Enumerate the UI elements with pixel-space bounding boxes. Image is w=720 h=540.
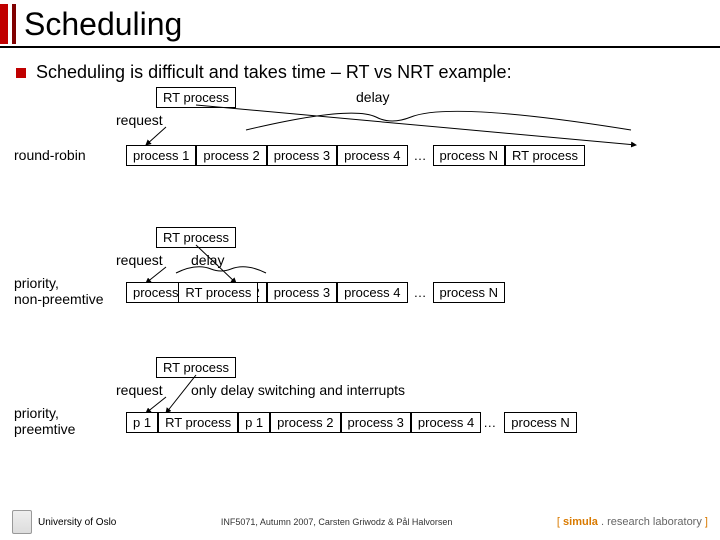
request-label: request: [116, 252, 163, 268]
process-box: process 3: [267, 282, 337, 303]
delay-label: delay: [191, 252, 224, 268]
section-priority-nonpre: RT process request delay priority, non-p…: [16, 227, 704, 337]
np-process-row: process 1 process 2 RT process process 3…: [126, 282, 505, 303]
title-accent-bar2: [12, 4, 16, 44]
round-robin-label: round-robin: [14, 147, 86, 163]
rt-process-box: RT process: [505, 145, 585, 166]
request-label: request: [116, 112, 163, 128]
process-box: process 4: [411, 412, 481, 433]
delay-brace-icon: [131, 105, 651, 145]
section-round-robin: RT process delay request round-robin pro…: [16, 87, 704, 207]
uio-label: University of Oslo: [38, 517, 116, 528]
priority-nonpre-label: priority, non-preemtive: [14, 275, 104, 307]
bracket-close: ]: [702, 516, 708, 528]
overlap-group: process 2 RT process: [196, 282, 266, 303]
slide-title: Scheduling: [24, 6, 182, 43]
footer-center: INF5071, Autumn 2007, Carsten Griwodz & …: [221, 517, 453, 527]
process-box: p 1: [238, 412, 270, 433]
footer-right: [ simula . research laboratory ]: [557, 516, 708, 528]
process-box: process N: [433, 282, 506, 303]
priority-pre-label: priority, preemtive: [14, 405, 75, 437]
process-box: p 1: [126, 412, 158, 433]
delay-label: delay: [356, 89, 389, 105]
bullet-icon: [16, 68, 26, 78]
dot-label: .: [598, 516, 607, 528]
simula-label: simula: [563, 516, 598, 528]
uio-logo-icon: [12, 510, 32, 534]
process-box: process 2: [270, 412, 340, 433]
only-delay-label: only delay switching and interrupts: [191, 382, 405, 398]
process-box: process 4: [337, 145, 407, 166]
research-lab-label: research laboratory: [607, 516, 702, 528]
pp-process-row: p 1 RT process p 1 process 2 process 3 p…: [126, 412, 577, 433]
footer-left: University of Oslo: [12, 510, 116, 534]
process-box: process 4: [337, 282, 407, 303]
bullet-text: Scheduling is difficult and takes time –…: [36, 62, 512, 83]
ellipsis: …: [408, 285, 433, 300]
process-box: process N: [433, 145, 506, 166]
rt-process-box: RT process: [156, 227, 236, 248]
ellipsis: …: [481, 415, 498, 430]
title-bar: Scheduling: [0, 0, 720, 44]
process-box: process 2: [196, 145, 266, 166]
process-box: process 3: [267, 145, 337, 166]
title-accent-bar: [0, 4, 8, 44]
title-underline: [0, 46, 720, 48]
rt-process-box: RT process: [158, 412, 238, 433]
process-box: process N: [504, 412, 577, 433]
rt-process-box: RT process: [178, 282, 258, 303]
process-box: process 1: [126, 145, 196, 166]
process-box: process 3: [341, 412, 411, 433]
bullet-row: Scheduling is difficult and takes time –…: [0, 58, 720, 87]
rt-process-box: RT process: [156, 357, 236, 378]
rt-process-box: RT process: [156, 87, 236, 108]
footer: University of Oslo INF5071, Autumn 2007,…: [0, 510, 720, 534]
section-priority-pre: RT process request only delay switching …: [16, 357, 704, 467]
ellipsis: …: [408, 148, 433, 163]
request-label: request: [116, 382, 163, 398]
rr-process-row: process 1 process 2 process 3 process 4 …: [126, 145, 585, 166]
